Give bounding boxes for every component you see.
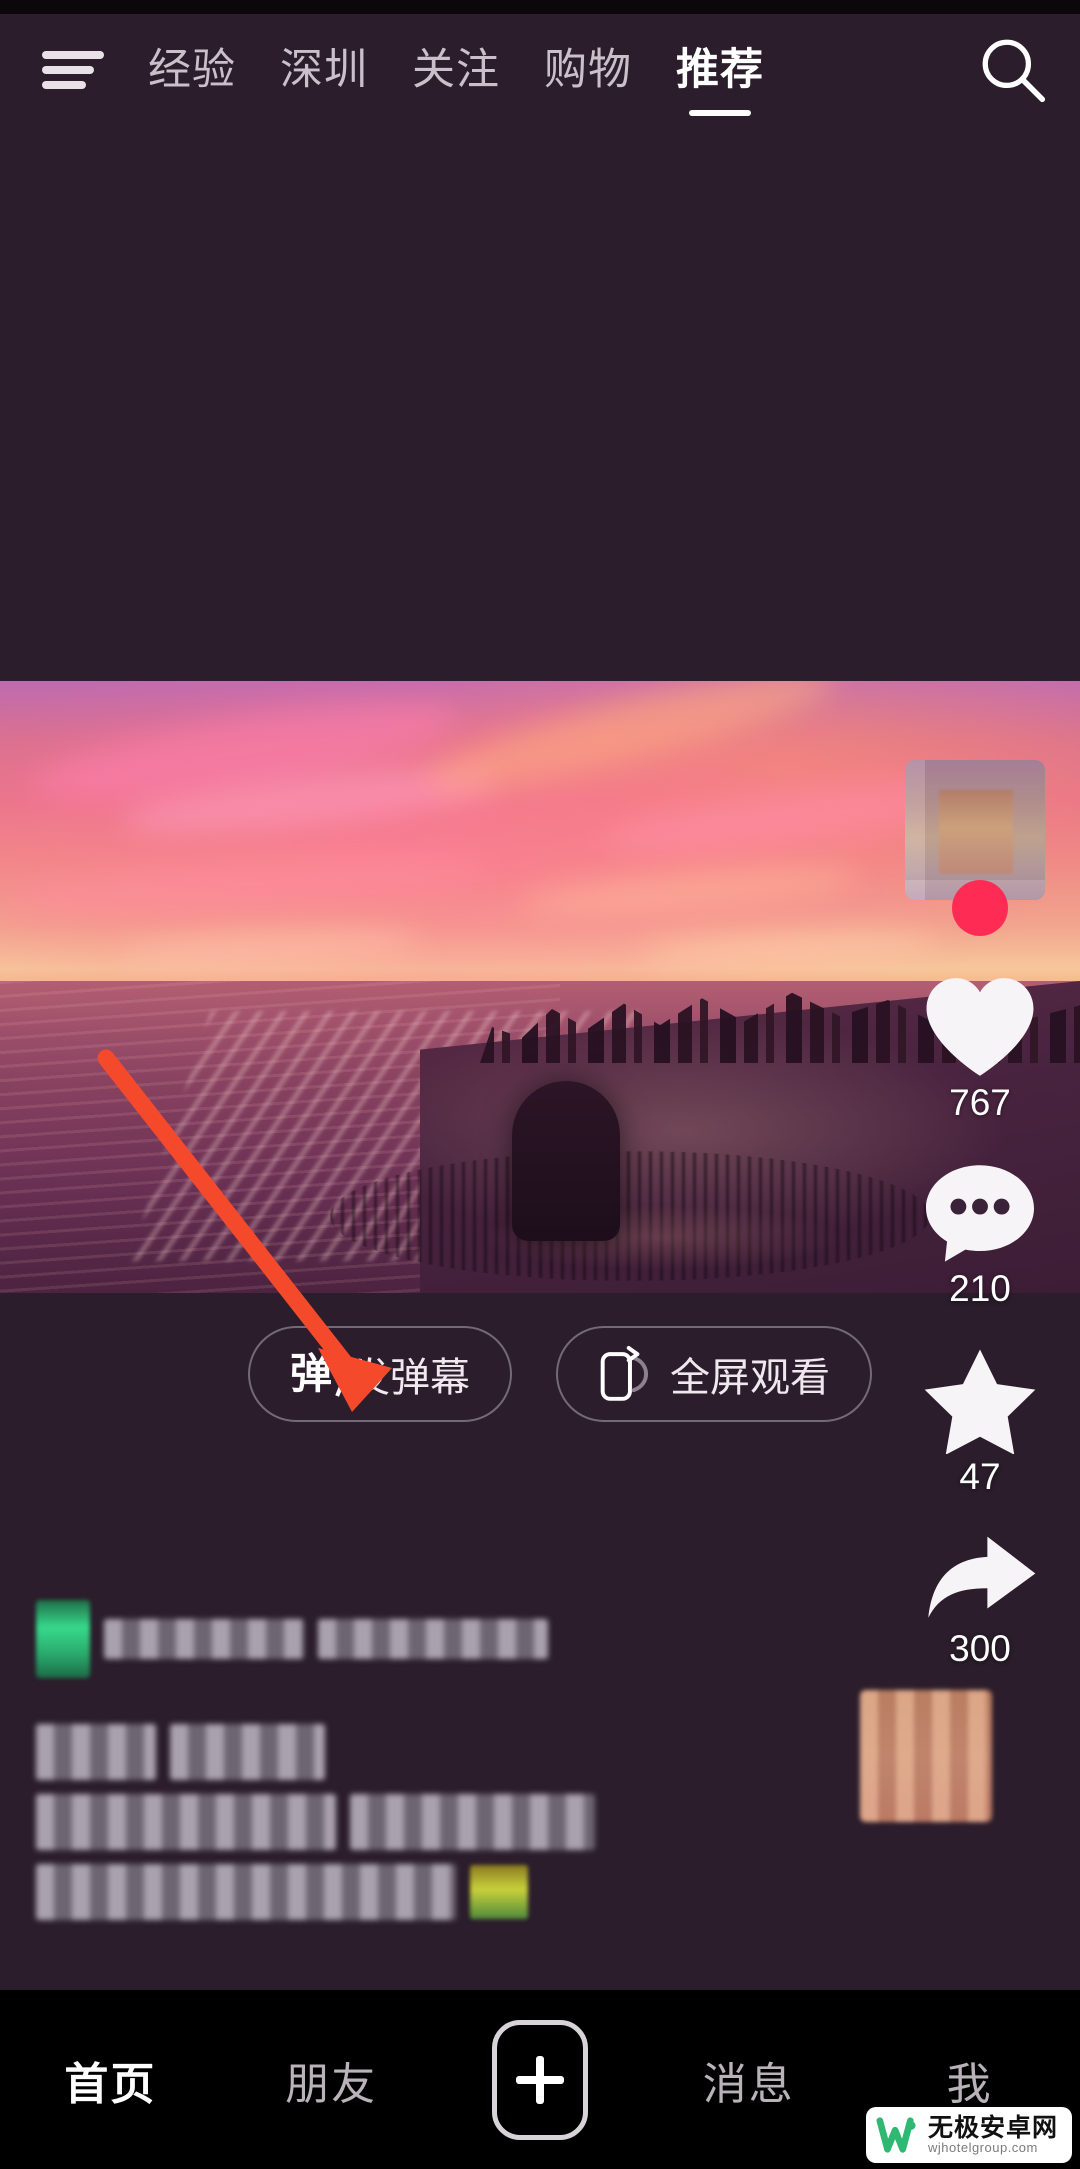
- redacted-chip: [470, 1865, 528, 1919]
- hamburger-line: [42, 81, 86, 89]
- nav-home-label: 首页: [64, 2059, 157, 2109]
- comment-button[interactable]: 210: [922, 1158, 1038, 1310]
- sculpture: [512, 1081, 620, 1241]
- redacted-text: [104, 1619, 304, 1659]
- tab-label: 推荐: [676, 45, 764, 94]
- redacted-text: [350, 1794, 595, 1850]
- badge-tag: [36, 1600, 90, 1678]
- redacted-text: [170, 1724, 325, 1780]
- linked-content-thumbnail[interactable]: [860, 1690, 992, 1822]
- tab-guanzhu[interactable]: 关注: [390, 45, 522, 94]
- heart-icon[interactable]: [921, 972, 1039, 1080]
- like-count: 767: [949, 1082, 1011, 1123]
- description-line: [36, 1794, 916, 1850]
- nav-friends[interactable]: 朋友: [271, 2048, 391, 2112]
- description-line: [36, 1600, 916, 1678]
- search-icon[interactable]: [976, 33, 1050, 107]
- redacted-text: [36, 1794, 336, 1850]
- w-logo: [876, 2117, 916, 2153]
- create-post-button[interactable]: [491, 2019, 588, 2140]
- nav-profile[interactable]: 我: [910, 2048, 1030, 2112]
- watermark-url: wjhotelgroup.com: [927, 2140, 1038, 2156]
- favorite-count: 47: [959, 1456, 1001, 1497]
- tab-label: 购物: [544, 45, 632, 94]
- author-avatar-block[interactable]: [905, 760, 1055, 936]
- description-line: [36, 1864, 916, 1920]
- hamburger-menu-icon[interactable]: [42, 46, 104, 94]
- action-pill-row: 弹 发弹幕 全屏观看: [0, 1326, 1080, 1422]
- tab-tuijian[interactable]: 推荐: [654, 45, 786, 116]
- follow-button[interactable]: [952, 880, 1008, 936]
- hamburger-line: [42, 66, 94, 74]
- top-navigation-bar: 经验 深圳 关注 购物 推荐: [0, 14, 1080, 126]
- nav-home[interactable]: 首页: [50, 2048, 170, 2112]
- nav-messages-label: 消息: [702, 2059, 795, 2109]
- watermark-name: 无极安卓网: [927, 2114, 1058, 2143]
- nav-messages[interactable]: 消息: [689, 2048, 809, 2112]
- share-button[interactable]: 300: [921, 1532, 1039, 1670]
- plaza: [400, 1201, 920, 1293]
- share-icon[interactable]: [921, 1532, 1039, 1626]
- tab-gouwu[interactable]: 购物: [522, 45, 654, 94]
- danmaku-icon: 弹: [290, 1350, 333, 1397]
- comment-icon[interactable]: [922, 1158, 1038, 1266]
- action-rail: 767 210 47 300: [880, 760, 1080, 1704]
- tab-jingyan[interactable]: 经验: [126, 45, 258, 94]
- fullscreen-watch-button[interactable]: 全屏观看: [556, 1326, 873, 1422]
- app-root: 经验 深圳 关注 购物 推荐 767 210 47 300 弹 发弹幕 全屏观看…: [0, 0, 1080, 2169]
- comment-count: 210: [949, 1268, 1011, 1309]
- description-line: [36, 1724, 916, 1780]
- nav-profile-label: 我: [946, 2059, 993, 2109]
- redacted-text: [318, 1619, 548, 1659]
- site-watermark: 无极安卓网 wjhotelgroup.com: [865, 2107, 1072, 2163]
- send-danmaku-button[interactable]: 弹 发弹幕: [248, 1326, 513, 1422]
- tab-label: 深圳: [280, 45, 368, 94]
- tab-shenzhen[interactable]: 深圳: [258, 45, 390, 94]
- tab-strip: 经验 深圳 关注 购物 推荐: [126, 45, 968, 116]
- video-description[interactable]: [36, 1600, 916, 1934]
- like-button[interactable]: 767: [921, 972, 1039, 1124]
- redacted-text: [36, 1724, 156, 1780]
- status-bar: [0, 0, 1080, 14]
- redacted-text: [36, 1864, 456, 1920]
- share-count: 300: [949, 1628, 1011, 1669]
- fullscreen-watch-label: 全屏观看: [670, 1356, 831, 1400]
- avatar[interactable]: [905, 760, 1045, 900]
- hamburger-line: [42, 51, 104, 59]
- send-danmaku-label: 发弹幕: [350, 1356, 471, 1400]
- nav-friends-label: 朋友: [285, 2059, 378, 2109]
- fullscreen-rotate-icon: [600, 1345, 649, 1401]
- tab-label: 关注: [412, 45, 500, 94]
- tab-label: 经验: [148, 45, 236, 94]
- active-tab-underline: [689, 109, 751, 116]
